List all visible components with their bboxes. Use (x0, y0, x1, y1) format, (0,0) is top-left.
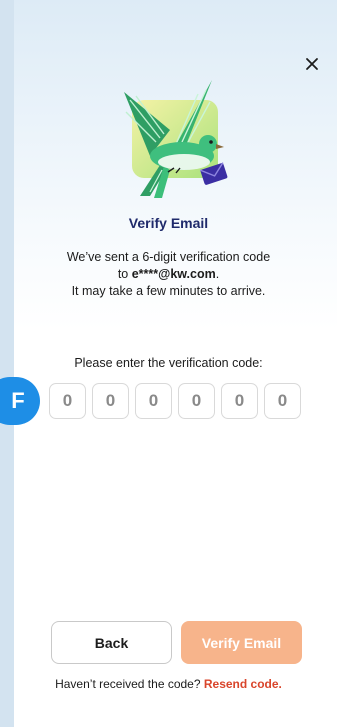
description-line-1: We’ve sent a 6-digit verification code (66, 250, 271, 264)
code-digit-1[interactable]: 0 (49, 383, 86, 419)
code-digit-3[interactable]: 0 (135, 383, 172, 419)
description-period: . (215, 267, 220, 281)
masked-email: e****@kw.com (131, 267, 216, 281)
step-badge: F (0, 377, 40, 425)
page-title: Verify Email (128, 215, 209, 231)
code-digit-4[interactable]: 0 (178, 383, 215, 419)
back-button[interactable]: Back (51, 621, 172, 664)
description-to-prefix: to (117, 267, 132, 281)
resend-code-link[interactable]: Resend code. (204, 677, 282, 691)
resend-row: Haven’t received the code? Resend code. (0, 677, 337, 691)
verify-email-screen: Verify Email We’ve sent a 6-digit verifi… (0, 0, 337, 727)
code-digit-5[interactable]: 0 (221, 383, 258, 419)
code-digit-6[interactable]: 0 (264, 383, 301, 419)
close-button[interactable] (300, 52, 324, 76)
code-digit-2[interactable]: 0 (92, 383, 129, 419)
description-line-2: to e****@kw.com. (0, 266, 337, 283)
code-prompt: Please enter the verification code: (74, 356, 263, 370)
bird-with-envelope-illustration (124, 80, 228, 198)
verification-description: We’ve sent a 6-digit verification code t… (0, 249, 337, 300)
verify-email-button[interactable]: Verify Email (181, 621, 302, 664)
close-icon (306, 58, 318, 70)
resend-text: Haven’t received the code? (55, 677, 204, 691)
description-line-3: It may take a few minutes to arrive. (71, 284, 266, 298)
verification-code-inputs: 0 0 0 0 0 0 (49, 383, 301, 419)
